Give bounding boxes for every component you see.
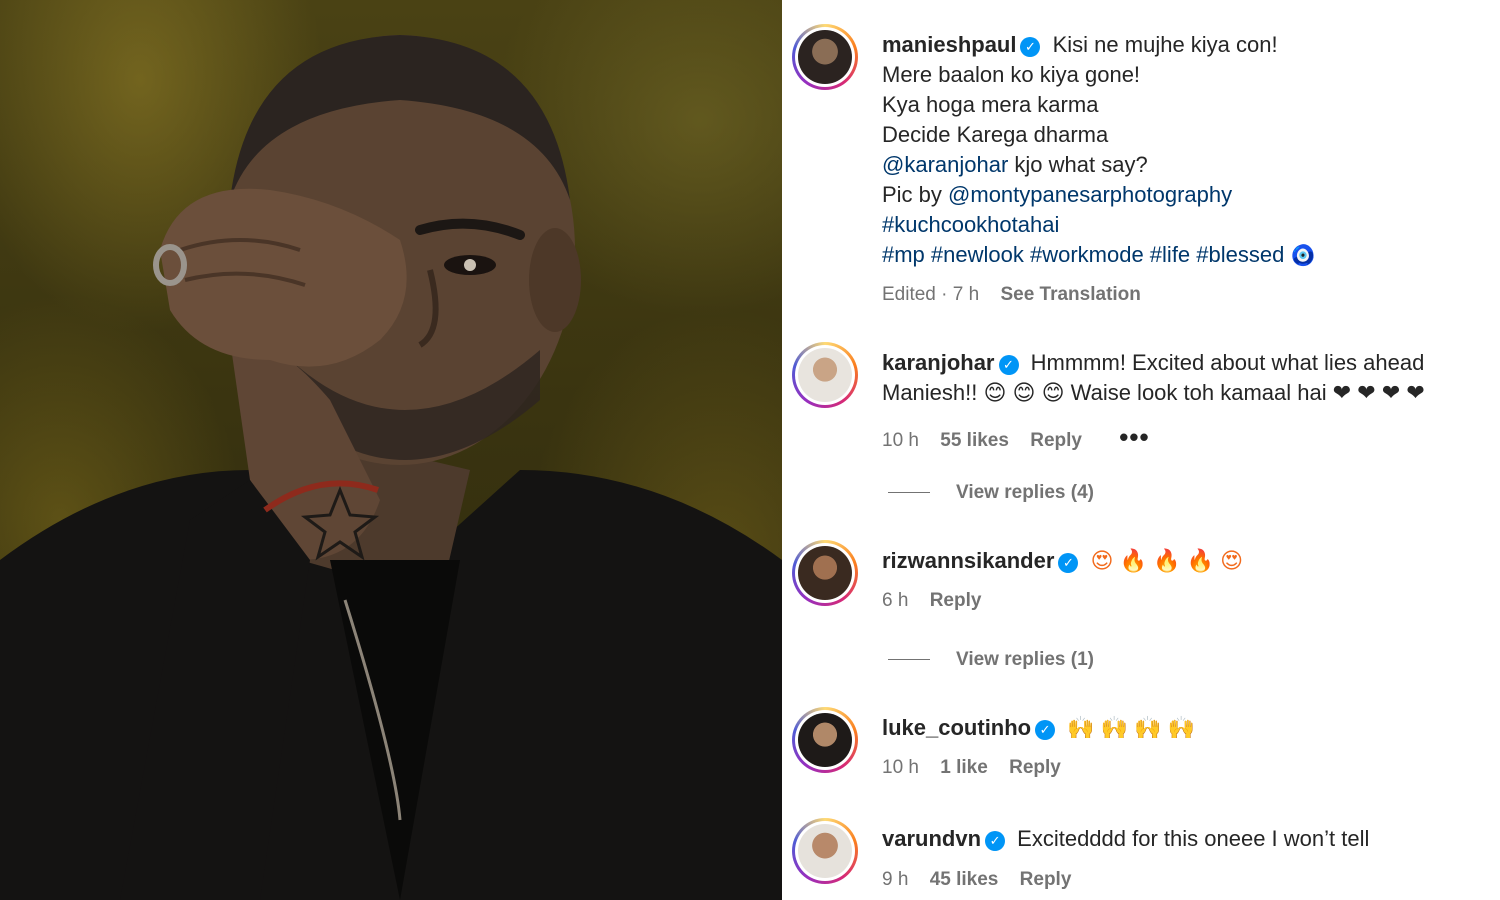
more-options-icon[interactable]: ••• bbox=[1119, 422, 1149, 452]
comment: rizwannsikander ✓ 😍 🔥 🔥 🔥 😍 bbox=[882, 546, 1243, 576]
caption-line: Kya hoga mera karma bbox=[882, 92, 1099, 117]
caption-text: kjo what say? bbox=[1008, 152, 1148, 177]
mention-link[interactable]: @karanjohar bbox=[882, 152, 1008, 177]
portrait-illustration bbox=[0, 35, 782, 900]
comment: varundvn ✓ Excitedddd for this oneee I wo… bbox=[882, 824, 1369, 854]
comment-username[interactable]: rizwannsikander bbox=[882, 548, 1054, 573]
comment-username[interactable]: karanjohar bbox=[882, 350, 995, 375]
verified-badge-icon: ✓ bbox=[1020, 37, 1041, 57]
comment-time: 10 h bbox=[882, 430, 919, 451]
post-author-username[interactable]: manieshpaul bbox=[882, 32, 1016, 57]
view-replies-label: View replies (4) bbox=[956, 482, 1094, 503]
comment-meta: 10 h 1 like Reply bbox=[882, 757, 1077, 779]
commenter-avatar[interactable] bbox=[792, 818, 858, 884]
post-caption: manieshpaul ✓ Kisi ne mujhe kiya con! Mer… bbox=[882, 30, 1321, 270]
caption-text: Pic by bbox=[882, 182, 949, 207]
comment-text: Hmmmm! Excited about what lies ahead bbox=[1030, 350, 1425, 375]
commenter-avatar[interactable] bbox=[792, 707, 858, 773]
comment-username[interactable]: varundvn bbox=[882, 826, 981, 851]
comment-time: 10 h bbox=[882, 757, 919, 778]
view-replies-button[interactable]: View replies (4) bbox=[888, 482, 1094, 504]
comment-text: 🙌 🙌 🙌 🙌 bbox=[1067, 715, 1196, 740]
comment-meta: 6 h Reply bbox=[882, 590, 997, 612]
comment-time: 6 h bbox=[882, 590, 909, 611]
comment-text: Excitedddd for this oneee I won’t tell bbox=[1017, 826, 1370, 851]
comment-username[interactable]: luke_coutinho bbox=[882, 715, 1031, 740]
comment-time: 9 h bbox=[882, 869, 909, 890]
view-replies-label: View replies (1) bbox=[956, 649, 1094, 670]
mention-link[interactable]: @montypanesarphotography bbox=[948, 182, 1232, 207]
verified-badge-icon: ✓ bbox=[985, 831, 1006, 851]
verified-badge-icon: ✓ bbox=[998, 355, 1019, 375]
caption-line: Kisi ne mujhe kiya con! bbox=[1052, 32, 1278, 57]
comment-meta: 10 h 55 likes Reply ••• bbox=[882, 422, 1166, 453]
divider-line bbox=[888, 492, 930, 494]
post-author-avatar[interactable] bbox=[792, 24, 858, 90]
post-photo bbox=[0, 0, 782, 900]
hashtag-links[interactable]: #mp #newlook #workmode #life #blessed bbox=[882, 242, 1284, 267]
divider-line bbox=[888, 659, 930, 661]
comment-likes[interactable]: 1 like bbox=[940, 757, 988, 778]
commenter-avatar[interactable] bbox=[792, 342, 858, 408]
post-edited-time: Edited · 7 h bbox=[882, 284, 980, 305]
reply-button[interactable]: Reply bbox=[930, 590, 982, 611]
reply-button[interactable]: Reply bbox=[1020, 869, 1072, 890]
comment: luke_coutinho ✓ 🙌 🙌 🙌 🙌 bbox=[882, 713, 1195, 743]
verified-badge-icon: ✓ bbox=[1058, 553, 1079, 573]
comment: karanjohar ✓ Hmmmm! Excited about what li… bbox=[882, 348, 1425, 408]
comment-text: Maniesh!! 😊 😊 😊 Waise look toh kamaal ha… bbox=[882, 380, 1425, 405]
caption-line: Mere baalon ko kiya gone! bbox=[882, 62, 1141, 87]
comment-meta: 9 h 45 likes Reply bbox=[882, 869, 1087, 891]
post-meta: Edited · 7 h See Translation bbox=[882, 284, 1157, 306]
see-translation-button[interactable]: See Translation bbox=[1000, 284, 1140, 305]
reply-button[interactable]: Reply bbox=[1009, 757, 1061, 778]
comment-likes[interactable]: 45 likes bbox=[930, 869, 999, 890]
comment-likes[interactable]: 55 likes bbox=[940, 430, 1009, 451]
reply-button[interactable]: Reply bbox=[1030, 430, 1082, 451]
caption-line: Decide Karega dharma bbox=[882, 122, 1109, 147]
hashtag-link[interactable]: #kuchcookhotahai bbox=[882, 210, 1321, 240]
verified-badge-icon: ✓ bbox=[1035, 720, 1056, 740]
nazar-icon: 🧿 bbox=[1290, 243, 1316, 267]
commenter-avatar[interactable] bbox=[792, 540, 858, 606]
comment-text: 😍 🔥 🔥 🔥 😍 bbox=[1090, 548, 1244, 573]
comments-panel: manieshpaul ✓ Kisi ne mujhe kiya con! Mer… bbox=[782, 0, 1500, 900]
view-replies-button[interactable]: View replies (1) bbox=[888, 649, 1094, 671]
